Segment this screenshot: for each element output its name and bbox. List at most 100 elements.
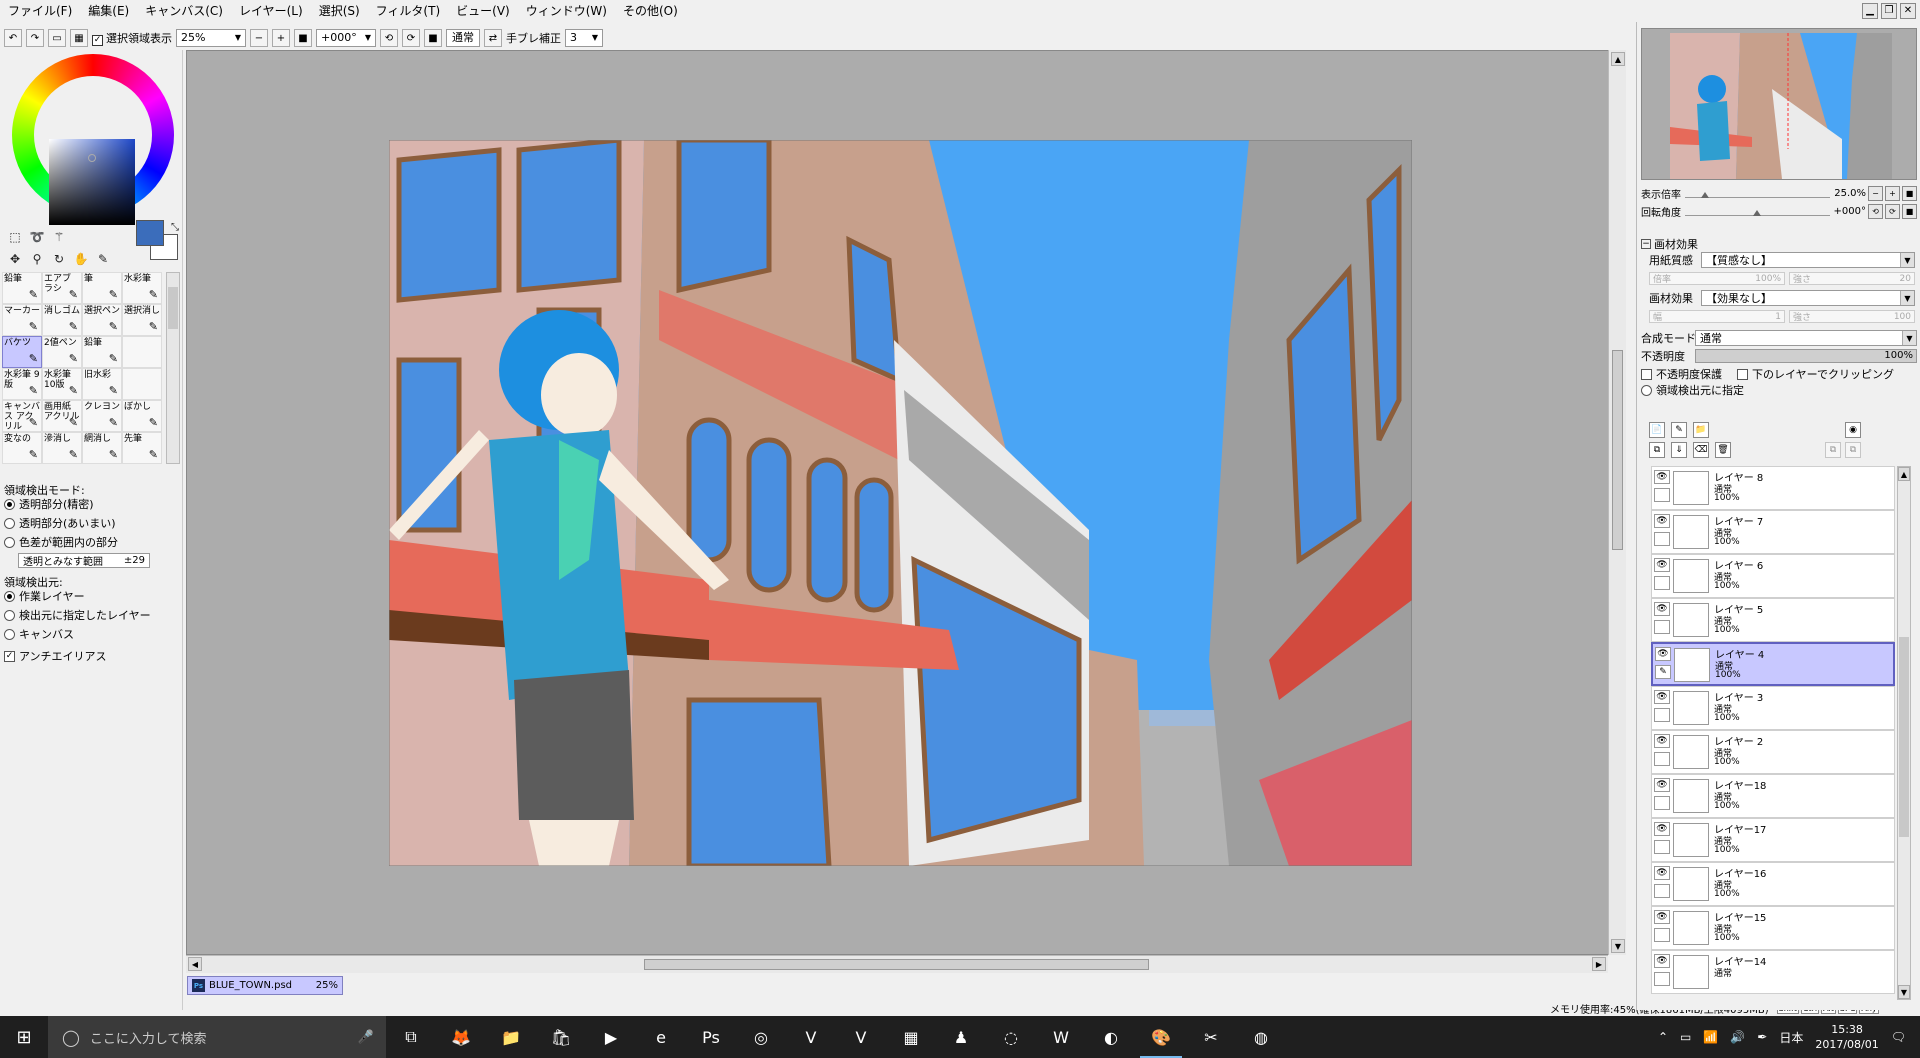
scroll-up-icon[interactable]: ▲	[1611, 52, 1625, 66]
app-v1-icon[interactable]: V	[786, 1016, 836, 1058]
magic-wand-icon[interactable]: ⚚	[50, 228, 68, 246]
checkbox-icon[interactable]: ✓	[92, 34, 103, 46]
canvas-vertical-scrollbar[interactable]: ▲ ▼	[1608, 50, 1626, 955]
tool-16[interactable]: キャンバス アクリル ✎	[2, 400, 42, 432]
eye-icon[interactable]: 👁	[1654, 910, 1670, 924]
ime-indicator[interactable]: 日本	[1779, 1029, 1803, 1046]
taskbar-search[interactable]: ◯ ここに入力して検索 🎤	[48, 1016, 386, 1058]
color-marker-icon[interactable]	[88, 154, 96, 162]
tool-12[interactable]: 水彩筆 9版 ✎	[2, 368, 42, 400]
detection-mode-option-0[interactable]: 透明部分(精密)	[4, 496, 94, 512]
layer-row[interactable]: 👁 レイヤー 8 通常 100%	[1651, 466, 1895, 510]
effect-width-field[interactable]: 幅1	[1649, 310, 1785, 323]
rotate-left-icon[interactable]: ⟲	[1868, 204, 1883, 219]
stabilizer-select[interactable]: 3 ▼	[565, 29, 603, 47]
slider-knob-icon[interactable]	[1701, 192, 1710, 198]
menu-canvas[interactable]: キャンバス(C)	[137, 0, 231, 22]
detection-source-option-1[interactable]: 検出元に指定したレイヤー	[4, 607, 151, 623]
nav-zoom-slider[interactable]	[1685, 189, 1831, 198]
word-icon[interactable]: W	[1036, 1016, 1086, 1058]
lock-toggle-icon[interactable]	[1654, 576, 1670, 590]
app-5-icon[interactable]: ✂	[1186, 1016, 1236, 1058]
rotate-right-icon[interactable]: ⟳	[1885, 204, 1900, 219]
scrollbar-thumb[interactable]	[1612, 350, 1623, 550]
layer-row[interactable]: 👁 レイヤー15 通常 100%	[1651, 906, 1895, 950]
tool-9[interactable]: 2値ペン ✎	[42, 336, 82, 368]
document-tab[interactable]: Ps BLUE_TOWN.psd 25%	[187, 976, 343, 995]
menu-select[interactable]: 選択(S)	[311, 0, 368, 22]
layer-row[interactable]: 👁 レイヤー 2 通常 100%	[1651, 730, 1895, 774]
copy-layer-icon[interactable]: ⧉	[1649, 442, 1665, 458]
app-4-icon[interactable]: ◐	[1086, 1016, 1136, 1058]
lock-toggle-icon[interactable]	[1654, 840, 1670, 854]
paper-strength-field[interactable]: 強さ 20	[1789, 272, 1915, 285]
photoshop-icon[interactable]: Ps	[686, 1016, 736, 1058]
scroll-up-icon[interactable]: ▲	[1898, 467, 1910, 481]
eye-icon[interactable]: 👁	[1654, 822, 1670, 836]
layer-row[interactable]: 👁 レイヤー17 通常 100%	[1651, 818, 1895, 862]
slider-knob-icon[interactable]	[1753, 210, 1762, 216]
swap-colors-icon[interactable]: ⤡	[166, 218, 184, 236]
rotate-reset-icon[interactable]: ■	[424, 29, 442, 47]
undo-icon[interactable]: ↶	[4, 29, 22, 47]
menu-file[interactable]: ファイル(F)	[0, 0, 80, 22]
eye-icon[interactable]: 👁	[1654, 514, 1670, 528]
zoom-reset-icon[interactable]: ■	[294, 29, 312, 47]
zoom-select[interactable]: 25% ▼	[176, 29, 246, 47]
app-red-icon[interactable]: ▦	[886, 1016, 936, 1058]
tool-6[interactable]: 選択ペン ✎	[82, 304, 122, 336]
layer-row[interactable]: 👁 レイヤー 5 通常 100%	[1651, 598, 1895, 642]
edge-icon[interactable]: e	[636, 1016, 686, 1058]
scroll-down-icon[interactable]: ▼	[1898, 985, 1910, 999]
scrollbar-thumb[interactable]	[644, 959, 1149, 970]
detection-mode-option-1[interactable]: 透明部分(あいまい)	[4, 515, 116, 531]
lock-toggle-icon[interactable]	[1654, 532, 1670, 546]
eye-icon[interactable]: 👁	[1654, 778, 1670, 792]
battery-icon[interactable]: ▭	[1680, 1030, 1691, 1044]
lock-toggle-icon[interactable]	[1654, 884, 1670, 898]
nav-rotation-slider[interactable]	[1685, 207, 1830, 216]
tool-19[interactable]: ぼかし ✎	[122, 400, 162, 432]
lock-toggle-icon[interactable]	[1654, 708, 1670, 722]
clock[interactable]: 15:38 2017/08/01	[1815, 1022, 1878, 1052]
new-layer-icon[interactable]: 📄	[1649, 422, 1665, 438]
minimize-button[interactable]: ▁	[1862, 3, 1878, 19]
scroll-left-icon[interactable]: ◀	[188, 957, 202, 971]
detect-source-toggle[interactable]: 領域検出元に指定	[1641, 382, 1744, 398]
tool-5[interactable]: 消しゴム ✎	[42, 304, 82, 336]
detection-mode-option-2[interactable]: 色差が範囲内の部分	[4, 534, 118, 550]
paint-tool-sai-icon[interactable]: 🎨	[1136, 1016, 1186, 1058]
menu-filter[interactable]: フィルタ(T)	[368, 0, 448, 22]
layer-row[interactable]: 👁 レイヤー16 通常 100%	[1651, 862, 1895, 906]
flip-icon[interactable]: ⇄	[484, 29, 502, 47]
tool-8[interactable]: バケツ ✎	[2, 336, 42, 368]
chevron-up-icon[interactable]: ⌃	[1658, 1030, 1668, 1044]
tool-17[interactable]: 画用紙 アクリル ✎	[42, 400, 82, 432]
app-blue-icon[interactable]: ♟	[936, 1016, 986, 1058]
layer-row[interactable]: 👁 ✎ レイヤー 4 通常 100%	[1651, 642, 1895, 686]
tool-3[interactable]: 水彩筆 ✎	[122, 272, 162, 304]
layer-up-icon[interactable]: ⧉	[1825, 442, 1841, 458]
layer-mask-icon[interactable]: ◉	[1845, 422, 1861, 438]
tool-10[interactable]: 鉛筆 ✎	[82, 336, 122, 368]
deselect-icon[interactable]: ▭	[48, 29, 66, 47]
layer-row[interactable]: 👁 レイヤー 3 通常 100%	[1651, 686, 1895, 730]
tool-7[interactable]: 選択消し ✎	[122, 304, 162, 336]
eye-icon[interactable]: 👁	[1654, 734, 1670, 748]
pen-icon[interactable]: ✒	[1757, 1030, 1767, 1044]
invert-selection-icon[interactable]: ▦	[70, 29, 88, 47]
merge-down-icon[interactable]: ⇓	[1671, 442, 1687, 458]
clear-layer-icon[interactable]: ⌫	[1693, 442, 1709, 458]
opacity-slider[interactable]: 100%	[1695, 349, 1917, 363]
file-explorer-icon[interactable]: 📁	[486, 1016, 536, 1058]
saturation-value-square[interactable]	[49, 139, 135, 225]
layer-row[interactable]: 👁 レイヤー18 通常 100%	[1651, 774, 1895, 818]
rotate-icon[interactable]: ↻	[50, 250, 68, 268]
lock-toggle-icon[interactable]	[1654, 620, 1670, 634]
new-folder-icon[interactable]: 📁	[1693, 422, 1709, 438]
tool-18[interactable]: クレヨン ✎	[82, 400, 122, 432]
app-v2-icon[interactable]: V	[836, 1016, 886, 1058]
media-icon[interactable]: ▶	[586, 1016, 636, 1058]
layer-scrollbar[interactable]: ▲ ▼	[1897, 466, 1911, 1000]
selection-display-toggle[interactable]: ✓ 選択領域表示	[92, 30, 172, 46]
